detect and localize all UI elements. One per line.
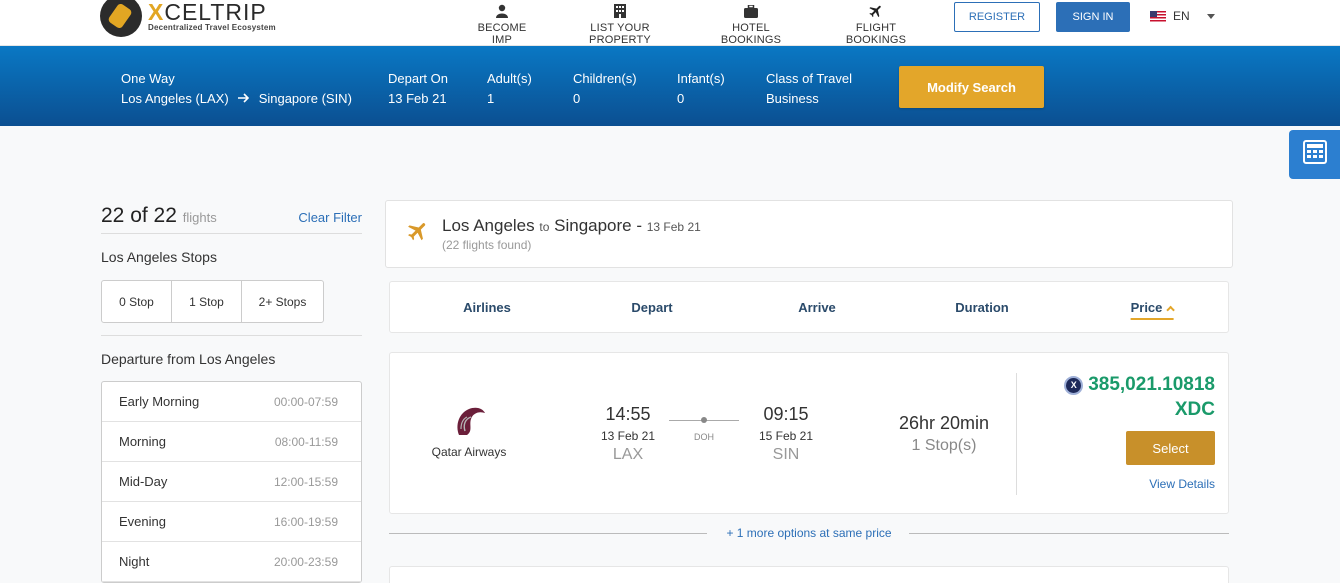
more-options: + 1 more options at same price	[389, 524, 1229, 544]
arrival-time: 09:15	[763, 404, 809, 424]
suitcase-icon	[705, 3, 797, 19]
nav-list-property[interactable]: LIST YOUR PROPERTY	[565, 3, 675, 46]
flights-found: (22 flights found)	[442, 238, 532, 252]
infants-summary: Infant(s) 0	[677, 69, 725, 109]
sign-in-button[interactable]: SIGN IN	[1056, 2, 1130, 32]
airline-logo-icon	[451, 405, 487, 444]
arrival-date: 15 Feb 21	[758, 429, 814, 443]
sort-duration[interactable]: Duration	[955, 300, 1008, 315]
origin: Los Angeles (LAX)	[121, 91, 229, 106]
route-summary: One Way Los Angeles (LAX) Singapore (SIN…	[121, 69, 352, 109]
user-icon	[470, 3, 534, 19]
search-summary-bar: One Way Los Angeles (LAX) Singapore (SIN…	[0, 46, 1340, 126]
price: X 385,021.10818	[1064, 374, 1215, 396]
stops-filter: 0 Stop 1 Stop 2+ Stops	[101, 280, 324, 323]
language-label: EN	[1173, 9, 1190, 23]
stop-airport: DOH	[694, 432, 714, 442]
departure-airport: LAX	[612, 446, 644, 463]
sort-bar: Airlines Depart Arrive Duration Price	[389, 281, 1229, 333]
nav-hotel-bookings[interactable]: HOTEL BOOKINGS	[705, 3, 797, 46]
departure-slot-morning[interactable]: Morning 08:00-11:59	[102, 422, 361, 462]
brand-tagline: Decentralized Travel Ecosystem	[148, 23, 276, 32]
destination: Singapore (SIN)	[258, 91, 352, 106]
stop-option-0[interactable]: 0 Stop	[102, 281, 172, 322]
clear-filter-link[interactable]: Clear Filter	[298, 210, 362, 225]
chevron-down-icon	[1206, 13, 1215, 19]
select-flight-button[interactable]: Select	[1126, 431, 1215, 465]
stop-option-2plus[interactable]: 2+ Stops	[242, 281, 323, 322]
sort-price[interactable]: Price	[1130, 300, 1175, 320]
modify-search-button[interactable]: Modify Search	[899, 66, 1044, 108]
top-navbar: XCELTRIP Decentralized Travel Ecosystem …	[0, 0, 1340, 46]
sort-depart[interactable]: Depart	[631, 300, 672, 315]
children-count: 0	[573, 91, 581, 106]
infants-count: 0	[677, 91, 685, 106]
flight-duration: 26hr 20min	[898, 413, 990, 433]
view-details-link[interactable]: View Details	[1149, 477, 1215, 491]
plane-icon	[406, 219, 430, 248]
chevron-up-icon	[1166, 305, 1175, 314]
calculator-button[interactable]	[1289, 130, 1340, 179]
flag-us-icon	[1150, 10, 1166, 22]
brand-logo[interactable]: XCELTRIP Decentralized Travel Ecosystem	[100, 0, 276, 40]
depart-date: 13 Feb 21	[388, 91, 447, 106]
divider	[101, 233, 362, 234]
depart-summary: Depart On 13 Feb 21	[388, 69, 448, 109]
language-selector[interactable]: EN	[1150, 9, 1215, 23]
divider	[1016, 373, 1017, 495]
register-button[interactable]: REGISTER	[954, 2, 1040, 32]
price-amount: 385,021.10818	[1088, 374, 1215, 395]
trip-type: One Way	[121, 71, 175, 86]
departure-slot-mid-day[interactable]: Mid-Day 12:00-15:59	[102, 462, 361, 502]
departure-time-filter: Early Morning 00:00-07:59 Morning 08:00-…	[101, 381, 362, 583]
sort-airlines[interactable]: Airlines	[463, 300, 511, 315]
stops-heading: Los Angeles Stops	[101, 249, 217, 265]
arrival-airport: SIN	[772, 446, 800, 463]
divider	[909, 533, 1229, 534]
class-value: Business	[766, 91, 819, 106]
airline-name: Qatar Airways	[431, 445, 507, 459]
flight-result-card	[389, 566, 1229, 583]
arrow-right-icon	[237, 89, 250, 109]
xdc-coin-icon: X	[1064, 375, 1084, 395]
nav-flight-bookings[interactable]: FLIGHT BOOKINGS	[828, 3, 924, 46]
adults-count: 1	[487, 91, 495, 106]
result-count: 22 of 22 flights	[101, 204, 217, 227]
calculator-icon	[1302, 140, 1327, 169]
stop-dot	[701, 417, 707, 423]
departure-time: 14:55	[605, 404, 651, 424]
sort-arrive[interactable]: Arrive	[798, 300, 836, 315]
building-icon	[565, 3, 675, 19]
route-title: Los Angeles to Singapore - 13 Feb 21	[442, 216, 701, 235]
children-summary: Children(s) 0	[573, 69, 637, 109]
departure-heading: Departure from Los Angeles	[101, 351, 276, 367]
flight-result-card: Qatar Airways 14:55 13 Feb 21 LAX DOH 09…	[389, 352, 1229, 514]
class-summary: Class of Travel Business	[766, 69, 852, 109]
adults-summary: Adult(s) 1	[487, 69, 532, 109]
brand-name: XCELTRIP	[148, 0, 267, 25]
price-currency: XDC	[1174, 399, 1215, 420]
divider	[101, 335, 362, 336]
route-header-card: Los Angeles to Singapore - 13 Feb 21 (22…	[385, 200, 1233, 268]
flight-stops: 1 Stop(s)	[911, 437, 977, 454]
departure-slot-evening[interactable]: Evening 16:00-19:59	[102, 502, 361, 542]
stop-option-1[interactable]: 1 Stop	[172, 281, 242, 322]
departure-date: 13 Feb 21	[600, 429, 656, 443]
logo-emblem-icon	[100, 0, 142, 37]
departure-slot-early-morning[interactable]: Early Morning 00:00-07:59	[102, 382, 361, 422]
nav-become-imp[interactable]: BECOME IMP	[470, 3, 534, 46]
plane-icon	[828, 3, 924, 19]
departure-slot-night[interactable]: Night 20:00-23:59	[102, 542, 361, 582]
